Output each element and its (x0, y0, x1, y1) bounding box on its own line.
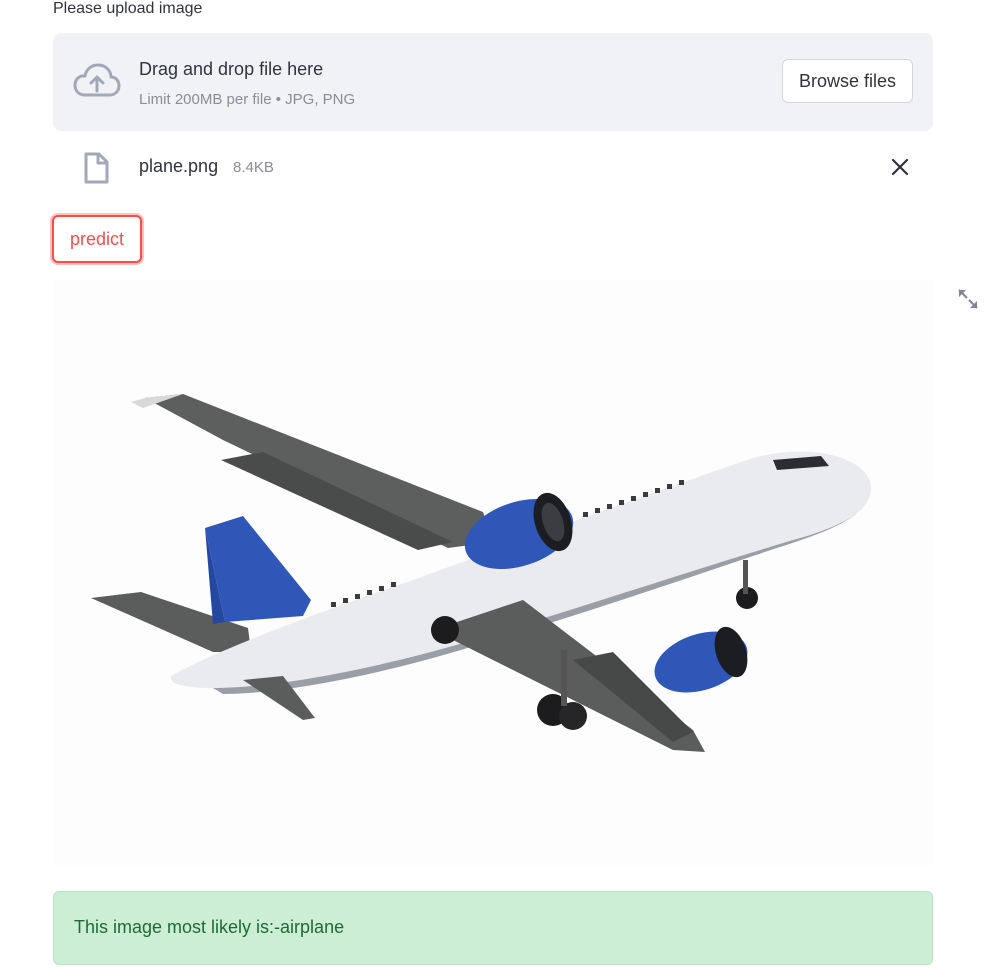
predict-button[interactable]: predict (52, 215, 143, 263)
prediction-result-text: This image most likely is:-airplane (74, 917, 345, 937)
file-dropzone[interactable]: Drag and drop file here Limit 200MB per … (53, 33, 933, 131)
airplane-image (53, 280, 933, 866)
prediction-result-box: This image most likely is:-airplane (53, 891, 933, 965)
uploaded-image (53, 280, 933, 866)
fullscreen-expand-icon[interactable] (956, 287, 980, 311)
uploaded-file-row: plane.png 8.4KB (53, 146, 933, 190)
cloud-upload-icon (73, 63, 121, 99)
app-page: Please upload image Drag and drop file h… (0, 0, 1001, 972)
browse-files-button[interactable]: Browse files (781, 59, 913, 103)
file-size: 8.4KB (233, 159, 274, 176)
dropzone-title: Drag and drop file here (139, 59, 324, 79)
upload-label: Please upload image (53, 0, 203, 17)
close-icon[interactable] (887, 154, 913, 180)
file-icon (83, 152, 109, 184)
file-name: plane.png (139, 156, 219, 176)
dropzone-subtitle: Limit 200MB per file • JPG, PNG (139, 91, 356, 108)
